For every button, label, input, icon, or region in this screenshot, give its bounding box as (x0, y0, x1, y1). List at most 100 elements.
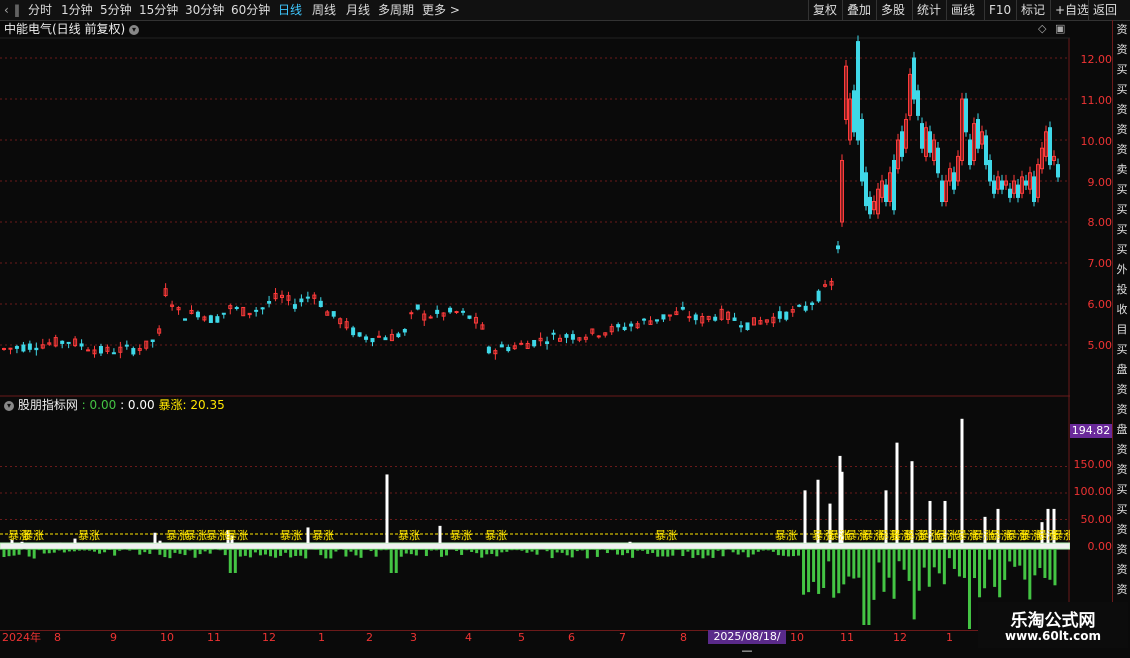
indicator-bar-down (495, 549, 498, 556)
candle-body (857, 42, 860, 140)
candle-body (552, 333, 555, 334)
candle-body (785, 312, 788, 319)
indicator-bar-down (908, 549, 911, 581)
candle-body (969, 140, 972, 165)
indicator-bar-down (18, 549, 21, 555)
candle-body (993, 181, 996, 193)
indicator-bar-down (1033, 549, 1036, 575)
candle-body (965, 99, 968, 132)
candle-body (643, 319, 646, 320)
indicator-bar-down (143, 549, 146, 552)
indicator-bar-down (294, 549, 297, 556)
indicator-bar-down (822, 549, 825, 588)
candle-body (953, 173, 956, 189)
indicator-bar-down (837, 549, 840, 593)
candle-body (885, 185, 888, 201)
indicator-bar-down (681, 549, 684, 556)
candle-body (455, 312, 458, 313)
indicator-bar-down (254, 549, 257, 552)
indicator-bar-down (576, 549, 579, 551)
toolbar-button[interactable]: 返回 (1088, 0, 1121, 20)
price-tick-label: 12.00 (1070, 53, 1112, 66)
strip-item: 卖 (1113, 160, 1130, 180)
indicator-bar-up (896, 443, 899, 543)
candle-body (597, 336, 600, 337)
strip-item: 买 (1113, 80, 1130, 100)
indicator-bar-down (360, 549, 363, 558)
indicator-bar-down (365, 549, 368, 550)
strip-item: 资 (1113, 100, 1130, 120)
indicator-bar-up (74, 539, 77, 543)
indicator-bar-down (123, 549, 126, 550)
indicator-bar-down (943, 549, 946, 584)
candle-body (913, 58, 916, 99)
indicator-bar-down (571, 549, 574, 557)
strip-item: 资 (1113, 580, 1130, 600)
candle-body (1057, 165, 1060, 177)
chart-canvas[interactable]: 暴涨暴涨暴涨暴涨暴涨暴涨暴涨暴涨暴涨暴涨暴涨暴涨暴涨暴涨暴涨暴涨暴涨暴涨暴涨暴涨… (0, 0, 1070, 630)
indicator-bar-down (923, 549, 926, 568)
candle-body (507, 347, 510, 350)
indicator-bar-down (319, 549, 322, 555)
indicator-bar-down (797, 549, 800, 556)
indicator-bar-down (606, 549, 609, 553)
date-tick-label: 8 (54, 631, 61, 645)
candle-body (869, 197, 872, 213)
strip-item: 买 (1113, 340, 1130, 360)
indicator-bar-down (591, 549, 594, 550)
indicator-bar-down (857, 549, 860, 578)
indicator-tick-label: 100.00 (1070, 485, 1112, 498)
candle-body (468, 316, 471, 318)
indicator-bar-down (93, 549, 96, 552)
indicator-bar-down (993, 549, 996, 587)
indicator-bar-down (722, 549, 725, 556)
candle-body (61, 341, 64, 343)
date-tick-label: 7 (619, 631, 626, 645)
indicator-bar-down (656, 549, 659, 557)
indicator-bar-down (515, 549, 518, 550)
indicator-bar-down (893, 549, 896, 599)
candle-body (977, 120, 980, 149)
indicator-bar-down (566, 549, 569, 555)
indicator-bar-down (556, 549, 559, 552)
date-tick-label: 6 (568, 631, 575, 645)
indicator-bar-down (596, 549, 599, 557)
indicator-bar-down (179, 549, 182, 554)
indicator-bar-down (68, 549, 71, 551)
candle-body (941, 181, 944, 202)
candle-body (1009, 189, 1012, 197)
candle-body (817, 291, 820, 301)
candle-body (15, 347, 18, 349)
indicator-bar-down (792, 549, 795, 556)
indicator-bar-down (500, 549, 503, 552)
indicator-bar-down (430, 549, 433, 551)
indicator-tick-label: 50.00 (1070, 513, 1112, 526)
signal-label: 暴涨 (936, 529, 958, 542)
indicator-bar-down (460, 549, 463, 555)
indicator-bar-down (455, 549, 458, 551)
right-info-strip[interactable]: 资资买买资资资卖买买买买外投收目买盘资资盘资资买买资资资资资 (1112, 20, 1130, 630)
indicator-v2: : 0.00 (120, 398, 155, 412)
indicator-bar-down (239, 549, 242, 557)
indicator-bar-down (58, 549, 61, 550)
candle-body (655, 320, 658, 321)
indicator-bar-down (1048, 549, 1051, 580)
candle-body (365, 337, 368, 339)
indicator-bar-down (249, 549, 252, 557)
signal-label: 暴涨 (185, 529, 207, 542)
indicator-bar-down (913, 549, 916, 619)
indicator-bar-down (234, 549, 237, 573)
indicator-bar-down (415, 549, 418, 555)
indicator-bar-down (852, 549, 855, 579)
collapse-icon[interactable]: ▾ (4, 401, 14, 411)
candle-body (571, 335, 574, 340)
candle-body (921, 124, 924, 149)
candle-body (306, 297, 309, 298)
candle-body (865, 173, 868, 206)
candle-body (520, 343, 523, 344)
indicator-bar-down (510, 549, 513, 550)
indicator-bar-down (209, 549, 212, 554)
price-tick-label: 5.00 (1070, 339, 1112, 352)
indicator-bar-down (148, 549, 151, 554)
candle-body (397, 334, 400, 337)
